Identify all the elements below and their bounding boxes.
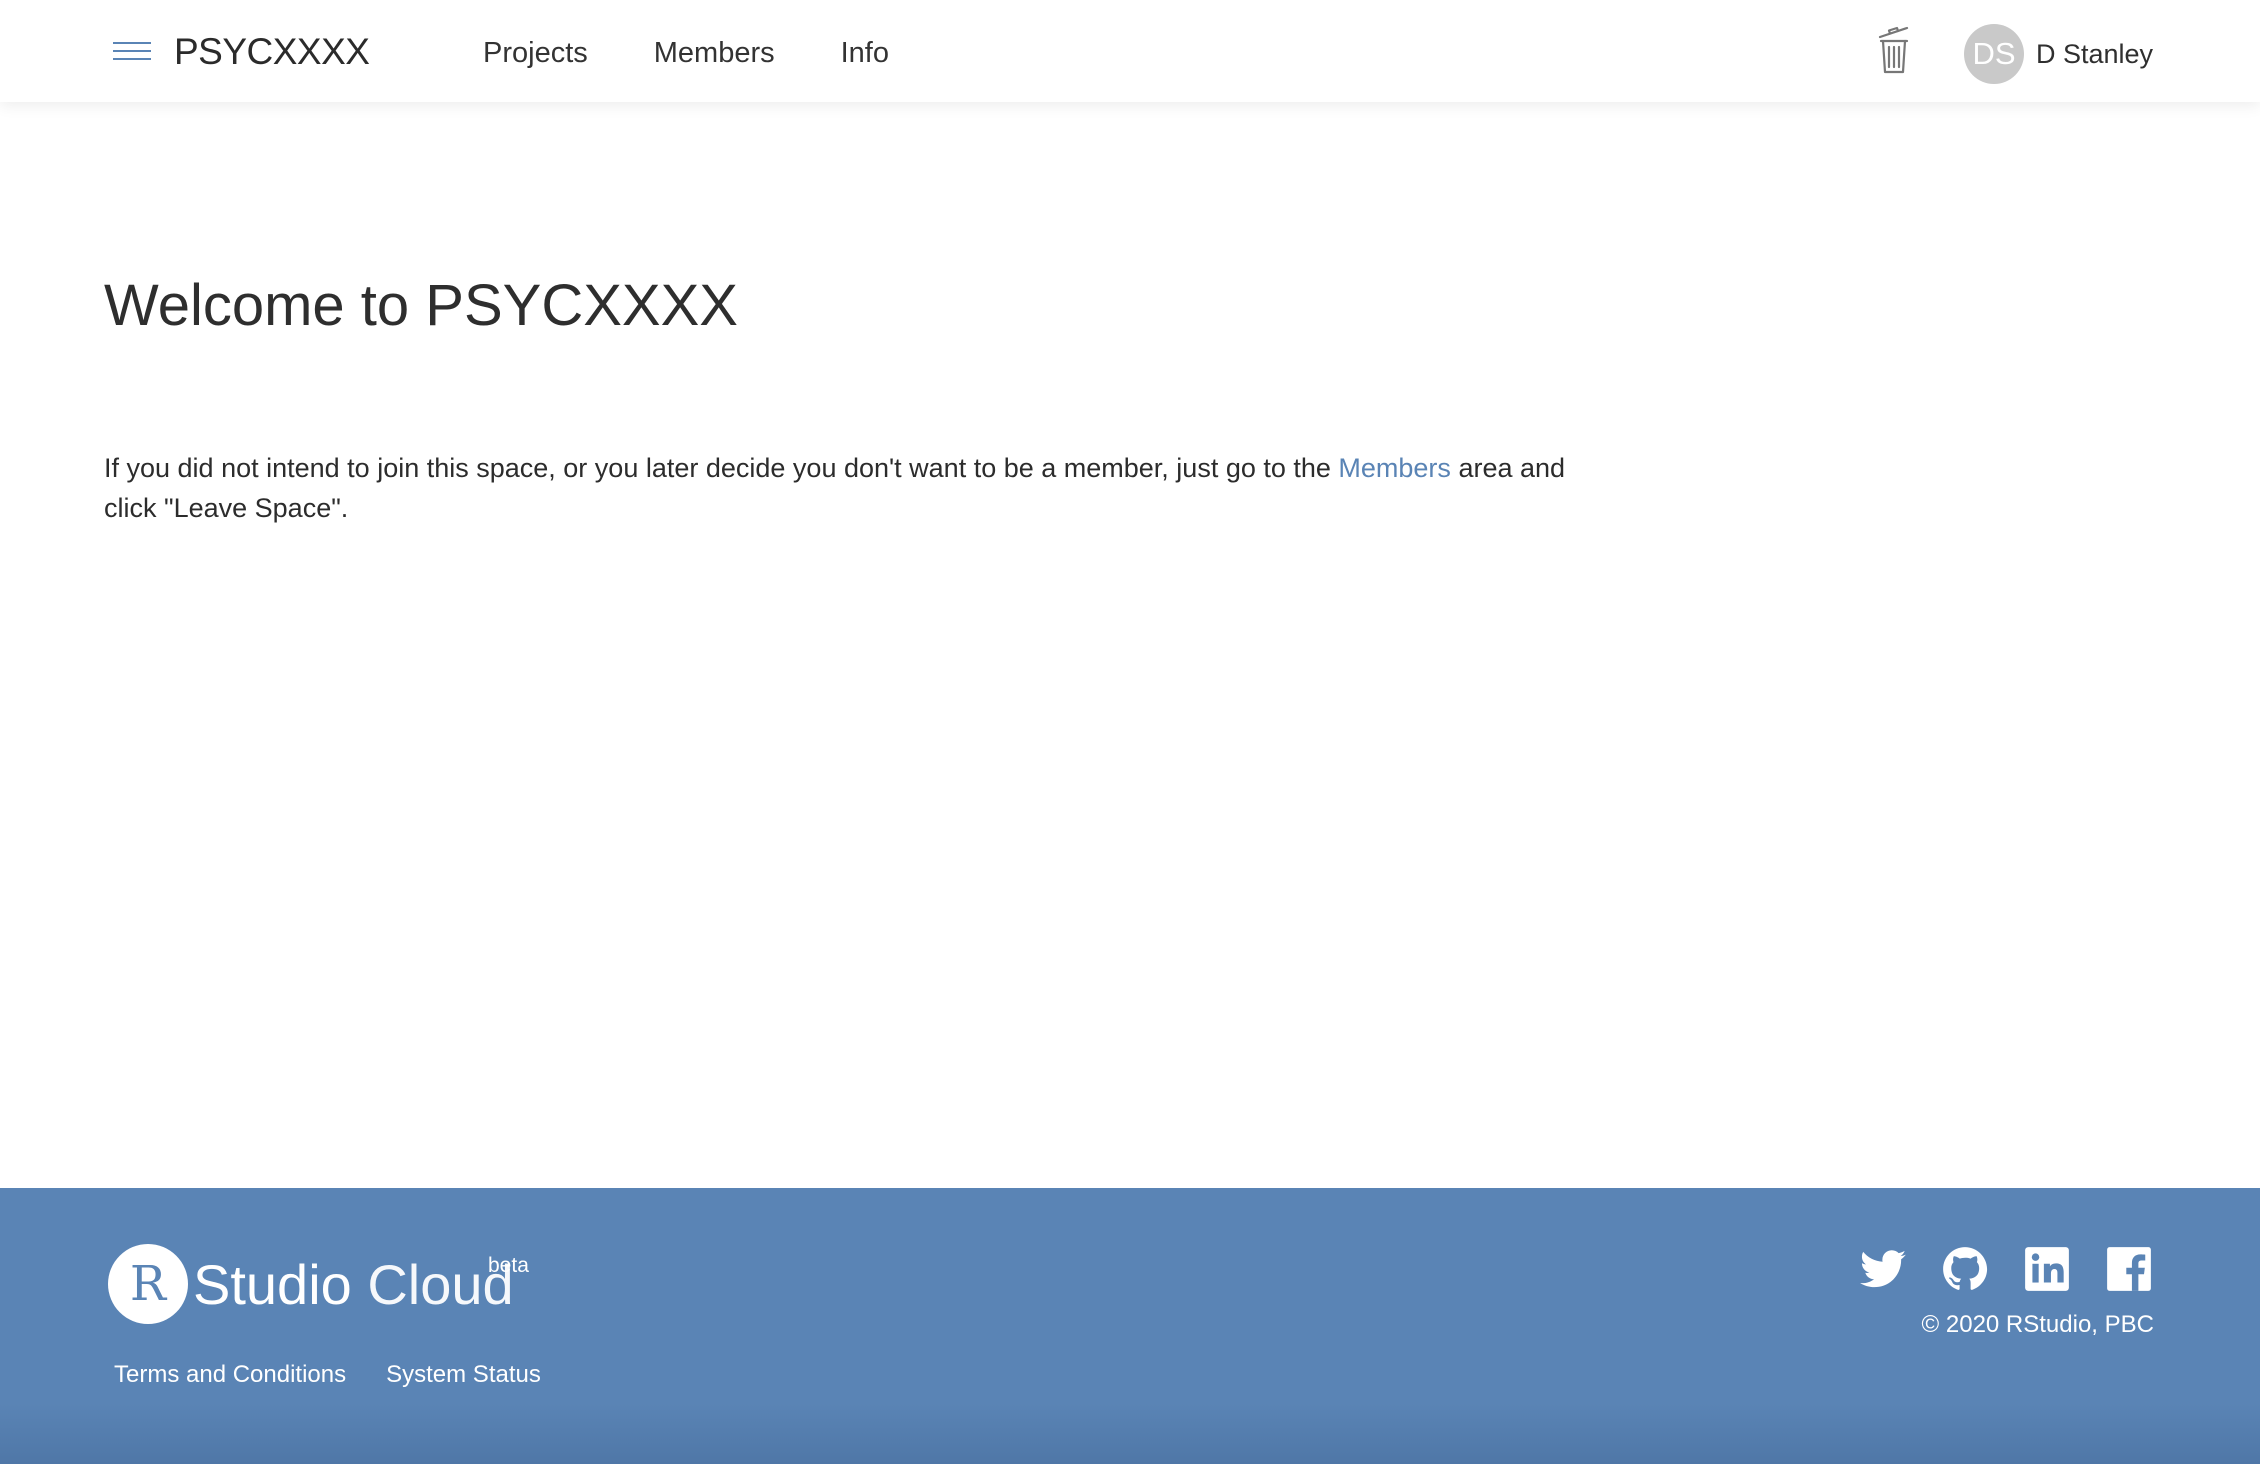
nav-members[interactable]: Members: [654, 33, 775, 73]
welcome-message: If you did not intend to join this space…: [104, 448, 1584, 528]
nav-projects[interactable]: Projects: [483, 33, 588, 73]
page-title: Welcome to PSYCXXXX: [104, 273, 738, 338]
nav-info[interactable]: Info: [841, 33, 889, 73]
linkedin-icon[interactable]: [2022, 1244, 2072, 1294]
footer: R Studio Cloud beta Terms and Conditions…: [0, 1188, 2260, 1464]
user-avatar[interactable]: DS: [1964, 24, 2024, 84]
rstudio-logo-icon: R: [108, 1244, 188, 1324]
system-status-link[interactable]: System Status: [386, 1360, 541, 1390]
user-name[interactable]: D Stanley: [2036, 36, 2153, 72]
github-icon[interactable]: [1940, 1244, 1990, 1294]
beta-badge: beta: [488, 1254, 529, 1277]
copyright-text: © 2020 RStudio, PBC: [1921, 1311, 2154, 1338]
members-link[interactable]: Members: [1338, 453, 1451, 483]
trash-icon[interactable]: [1874, 24, 1914, 76]
space-title[interactable]: PSYCXXXX: [174, 30, 370, 74]
brand-studio: Studio: [193, 1253, 352, 1316]
social-links: [1858, 1244, 2154, 1294]
facebook-icon[interactable]: [2104, 1244, 2154, 1294]
hamburger-menu-icon[interactable]: [110, 38, 154, 64]
main-nav: Projects Members Info: [483, 33, 955, 73]
terms-link[interactable]: Terms and Conditions: [114, 1360, 346, 1390]
message-text-start: If you did not intend to join this space…: [104, 453, 1339, 483]
top-header: PSYCXXXX Projects Members Info DS D Stan…: [0, 0, 2260, 102]
page: PSYCXXXX Projects Members Info DS D Stan…: [0, 0, 2260, 1464]
footer-links: Terms and Conditions System Status: [114, 1360, 581, 1390]
rstudio-cloud-wordmark: Studio Cloud: [193, 1252, 514, 1318]
twitter-icon[interactable]: [1858, 1244, 1908, 1294]
